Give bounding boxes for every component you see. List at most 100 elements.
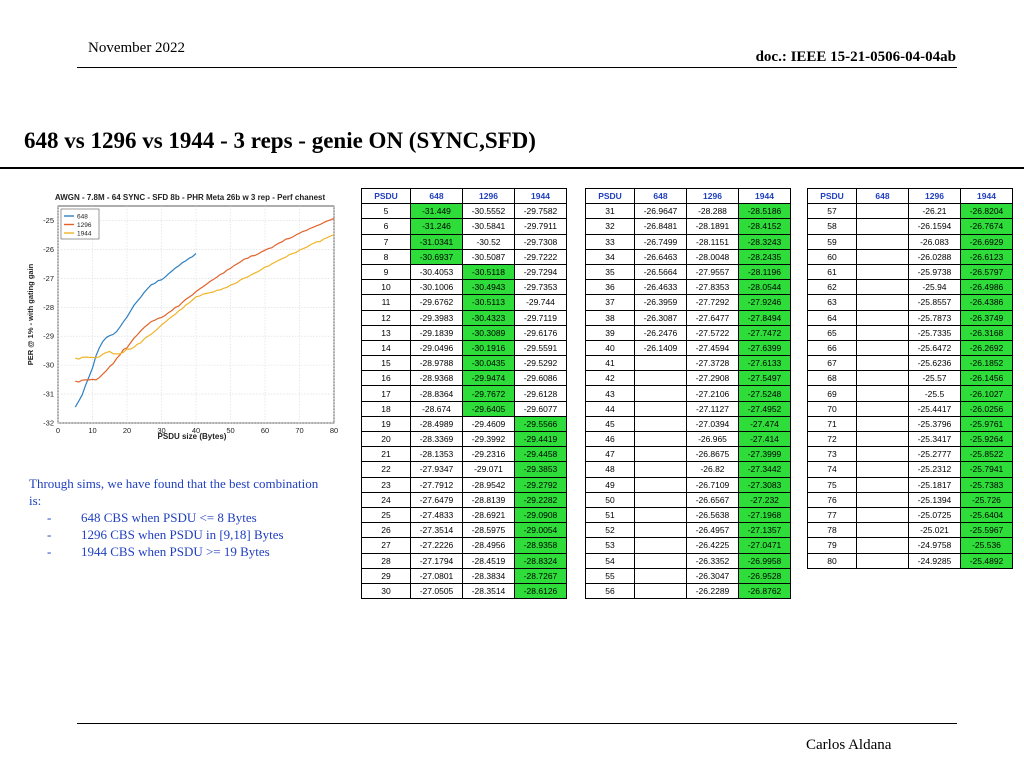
per-value-cell: -26.6929 (960, 233, 1013, 250)
per-value-cell: -26.8675 (686, 446, 739, 463)
per-value-cell: -26.7499 (634, 233, 687, 250)
per-value-cell: -25.4892 (960, 552, 1013, 569)
per-value-cell (634, 552, 687, 569)
per-value-cell (634, 582, 687, 600)
per-value-cell: -25.9738 (908, 263, 961, 281)
per-value-cell (634, 355, 687, 372)
psdu-cell: 60 (807, 248, 857, 265)
psdu-cell: 70 (807, 400, 857, 417)
psdu-cell: 34 (585, 248, 635, 265)
per-value-cell: -25.4417 (908, 400, 961, 417)
y-tick-label: -25 (43, 216, 54, 225)
table-row: 36 -26.4633 -27.8353 -28.0544 (585, 279, 791, 296)
column-header: 1944 (514, 187, 567, 205)
psdu-cell: 73 (807, 446, 857, 463)
per-value-cell: -28.1151 (686, 233, 739, 250)
per-value-cell: -27.6479 (410, 491, 463, 508)
table-row: 33 -26.7499 -28.1151 -28.3243 (585, 233, 791, 250)
psdu-cell: 22 (361, 461, 411, 478)
psdu-cell: 80 (807, 552, 857, 569)
psdu-cell: 6 (361, 218, 411, 235)
per-value-cell (856, 476, 909, 493)
per-value-cell: -26.1027 (960, 385, 1013, 402)
per-value-cell: -27.414 (738, 430, 791, 448)
per-value-cell: -27.9347 (410, 461, 463, 478)
psdu-cell: 19 (361, 415, 411, 433)
per-value-cell (856, 309, 909, 326)
per-value-cell (634, 491, 687, 508)
per-value-cell: -27.5497 (738, 370, 791, 387)
per-value-cell: -27.9246 (738, 294, 791, 311)
table-row: 56 -26.2289 -26.8762 (585, 582, 791, 600)
y-tick-label: -29 (43, 332, 54, 341)
table-row: 50 -26.6567 -27.232 (585, 491, 791, 508)
per-value-cell (634, 400, 687, 417)
per-value-cell: -29.7911 (514, 218, 567, 235)
per-value-cell: -30.5113 (462, 294, 515, 311)
table-row: 49 -26.7109 -27.3083 (585, 476, 791, 493)
per-value-cell: -30.5118 (462, 263, 515, 281)
psdu-cell: 53 (585, 537, 635, 554)
psdu-cell: 46 (585, 430, 635, 448)
per-value-cell (634, 385, 687, 402)
y-tick-label: -31 (43, 390, 54, 399)
per-value-cell: -26.3047 (686, 567, 739, 584)
per-value-cell: -25.8522 (960, 446, 1013, 463)
per-value-cell (856, 294, 909, 311)
per-value-cell: -28.4519 (462, 552, 515, 569)
table-row: 73 -25.2777 -25.8522 (807, 446, 1013, 463)
y-tick-label: -32 (43, 419, 54, 428)
per-value-cell: -25.7335 (908, 324, 961, 341)
psdu-cell: 9 (361, 263, 411, 281)
x-tick-label: 30 (157, 426, 165, 435)
per-value-cell: -30.5552 (462, 203, 515, 220)
column-header: 1296 (686, 187, 739, 205)
psdu-cell: 75 (807, 476, 857, 493)
psdu-cell: 79 (807, 537, 857, 554)
per-value-cell (856, 446, 909, 463)
per-value-cell: -26.9647 (634, 203, 687, 220)
per-value-cell: -29.6405 (462, 400, 515, 417)
table-row: 28 -27.1794 -28.4519 -28.8324 (361, 552, 567, 569)
per-value-cell: -26.1594 (908, 218, 961, 235)
table-row: 21 -28.1353 -29.2316 -29.4458 (361, 446, 567, 463)
per-value-cell (634, 430, 687, 448)
per-value-cell: -25.6472 (908, 339, 961, 357)
per-value-cell: -28.9358 (514, 537, 567, 554)
psdu-cell: 57 (807, 203, 857, 220)
table-row: 53 -26.4225 -27.0471 (585, 537, 791, 554)
per-value-cell (634, 567, 687, 584)
per-value-cell: -29.071 (462, 461, 515, 478)
per-value-cell: -28.1353 (410, 446, 463, 463)
per-value-cell: -28.9542 (462, 476, 515, 493)
table-row: 32 -26.8481 -28.1891 -28.4152 (585, 218, 791, 235)
per-value-cell (856, 355, 909, 372)
per-value-cell (634, 415, 687, 433)
per-value-cell: -28.1891 (686, 218, 739, 235)
per-value-cell: -26.6463 (634, 248, 687, 265)
psdu-cell: 76 (807, 491, 857, 508)
table-row: 12 -29.3983 -30.4323 -29.7119 (361, 309, 567, 326)
per-value-cell: -26.5797 (960, 263, 1013, 281)
per-value-cell: -28.5975 (462, 522, 515, 539)
per-value-cell: -30.6937 (410, 248, 463, 265)
per-value-cell: -27.1357 (738, 522, 791, 539)
psdu-cell: 52 (585, 522, 635, 539)
psdu-cell: 33 (585, 233, 635, 250)
per-value-cell: -28.1196 (738, 263, 791, 281)
per-value-cell: -27.4833 (410, 506, 463, 524)
table-row: 66 -25.6472 -26.2692 (807, 339, 1013, 357)
table-row: 74 -25.2312 -25.7941 (807, 461, 1013, 478)
per-value-cell: -28.9788 (410, 355, 463, 372)
table-row: 58 -26.1594 -26.7674 (807, 218, 1013, 235)
x-tick-label: 50 (226, 426, 234, 435)
per-value-cell: -27.0394 (686, 415, 739, 433)
per-value-cell (856, 491, 909, 508)
per-value-cell: -30.1006 (410, 279, 463, 296)
per-value-cell: -25.2312 (908, 461, 961, 478)
per-value-cell: -29.0496 (410, 339, 463, 357)
per-value-cell: -29.3853 (514, 461, 567, 478)
per-value-cell: -27.4594 (686, 339, 739, 357)
per-table-1: PSDU 648 1296 1944 5 -31.449 -30.5552 -29.7582 6… (361, 187, 567, 600)
column-header: PSDU (585, 187, 635, 205)
